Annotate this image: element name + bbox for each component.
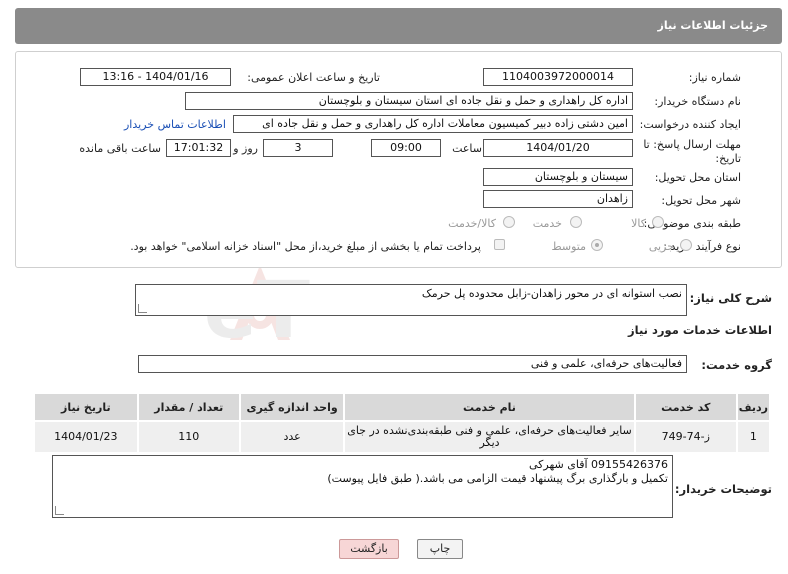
summary-text: نصب استوانه ای در محور زاهدان-زابل محدود… [421,287,682,300]
treasury-payment-note: پرداخت تمام یا بخشی از مبلغ خرید،از محل … [130,240,481,253]
buyer-notes-line1: 09155426376 آقای شهرکی [528,458,668,471]
buyer-org-label: نام دستگاه خریدار: [654,95,741,108]
deadline-date-field: 1404/01/20 [483,139,633,157]
page-title: جزئیات اطلاعات نیاز [657,19,769,32]
announce-date-label: تاریخ و ساعت اعلان عمومی: [247,71,380,84]
row-code: ز-74-749 [633,420,738,454]
creator-field: امین دشتی زاده دبیر کمیسیون معاملات ادار… [233,115,633,133]
col-code: کد خدمت [633,392,738,422]
service-group-label: گروه خدمت: [701,358,772,372]
print-button[interactable]: چاپ [417,539,463,559]
summary-label: شرح کلی نیاز: [689,291,772,305]
col-name: نام خدمت [343,392,636,422]
category-radio-goods[interactable] [652,216,664,228]
row-date: 1404/01/23 [33,420,139,454]
need-number-label: شماره نیاز: [688,71,741,84]
city-field: زاهدان [483,190,633,208]
process-radio-minor[interactable] [680,239,692,251]
buyer-org-field: اداره کل راهداری و حمل و نقل جاده ای است… [185,92,633,110]
process-option-medium: متوسط [551,240,586,253]
row-name-line2: دیگر [479,436,500,449]
resize-handle-icon[interactable] [138,304,147,313]
summary-textarea: نصب استوانه ای در محور زاهدان-زابل محدود… [135,284,687,316]
deadline-time-field: 09:00 [371,139,441,157]
deadline-time-label: ساعت [452,142,482,155]
page-header: جزئیات اطلاعات نیاز [15,8,782,44]
days-remaining-field: 3 [263,139,333,157]
days-label: روز و [233,142,258,155]
buyer-notes-textarea: 09155426376 آقای شهرکی تکمیل و بارگذاری … [52,455,673,518]
col-date: تاریخ نیاز [33,392,139,422]
process-radio-medium[interactable] [591,239,603,251]
announce-date-field: 1404/01/16 - 13:16 [80,68,231,86]
process-option-minor: جزیی [648,240,674,253]
services-table: ردیف کد خدمت نام خدمت واحد اندازه گیری ت… [33,392,772,454]
col-unit: واحد اندازه گیری [238,392,346,422]
process-type-label: نوع فرآیند خرید : [663,240,741,253]
services-table-header: ردیف کد خدمت نام خدمت واحد اندازه گیری ت… [33,392,772,422]
city-label: شهر محل تحویل: [661,194,741,207]
treasury-payment-checkbox[interactable] [494,239,505,250]
resize-handle-icon[interactable] [55,506,64,515]
row-qty: 110 [136,420,241,454]
province-field: سیستان و بلوچستان [483,168,633,186]
deadline-label-date: تاریخ: [715,152,741,165]
row-name: سایر فعالیت‌های حرفه‌ای، علمی و فنی طبقه… [343,420,636,454]
deadline-label: مهلت ارسال پاسخ: تا [643,138,741,151]
category-radio-goods-service[interactable] [503,216,515,228]
row-index: 1 [735,420,772,454]
buyer-notes-line2: تکمیل و بارگذاری برگ پیشنهاد قیمت الزامی… [327,472,668,485]
creator-label: ایجاد کننده درخواست: [639,118,741,131]
buyer-contact-link[interactable]: اطلاعات تماس خریدار [124,118,226,131]
services-section-title: اطلاعات خدمات مورد نیاز [628,323,772,337]
category-radio-service[interactable] [570,216,582,228]
buyer-notes-label: توضیحات خریدار: [674,482,772,496]
remaining-time-field: 17:01:32 [166,139,231,157]
col-index: ردیف [735,392,772,422]
table-row: 1 ز-74-749 سایر فعالیت‌های حرفه‌ای، علمی… [33,420,772,454]
need-number-field: 1104003972000014 [483,68,633,86]
category-option-goods-service: کالا/خدمت [448,217,496,230]
service-group-field: فعالیت‌های حرفه‌ای، علمی و فنی [138,355,687,373]
province-label: استان محل تحویل: [654,171,741,184]
back-button[interactable]: بازگشت [339,539,399,559]
category-option-service: خدمت [532,217,562,230]
remaining-time-label: ساعت باقی مانده [79,142,161,155]
category-option-goods: کالا [631,217,646,230]
col-qty: تعداد / مقدار [136,392,241,422]
row-unit: عدد [238,420,346,454]
